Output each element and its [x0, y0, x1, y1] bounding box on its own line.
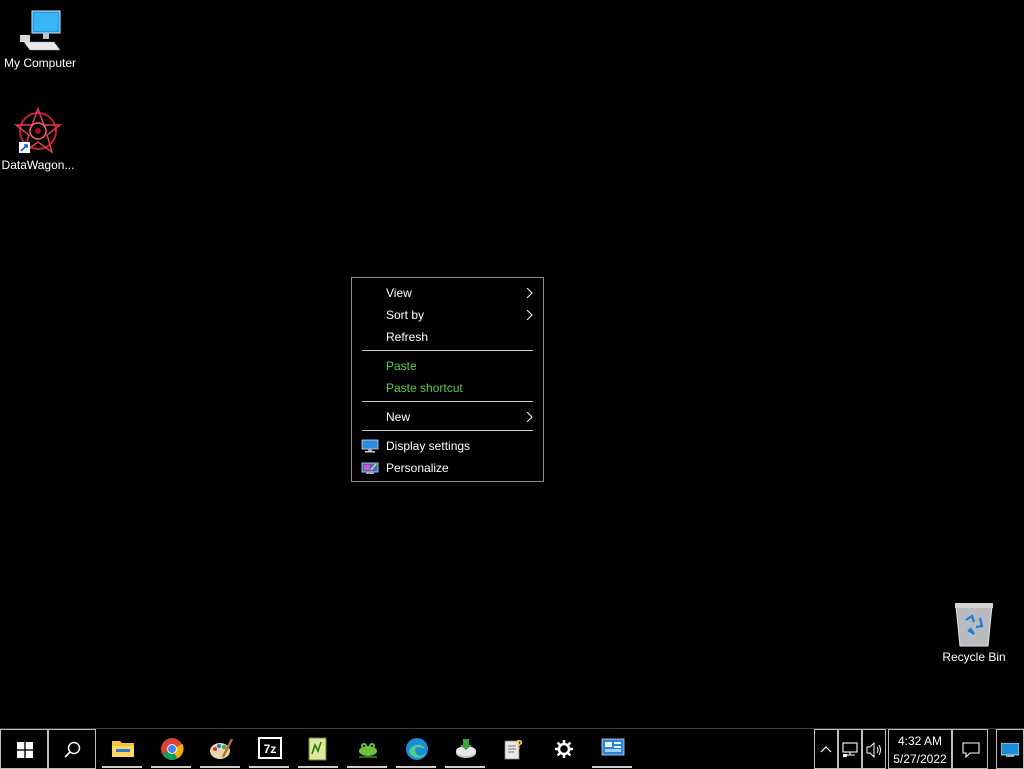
menu-separator	[362, 430, 533, 431]
settings-gear-icon	[555, 740, 573, 758]
action-center-button[interactable]	[952, 729, 988, 769]
chrome-icon	[161, 738, 184, 760]
taskbar-app-chrome[interactable]	[148, 729, 194, 769]
frog-tool-icon	[359, 743, 377, 758]
taskbar: 7z ? 4:32 AM 5/27/2022	[0, 728, 1024, 769]
help-doc-icon: ?	[504, 737, 523, 760]
edge-icon	[406, 738, 428, 760]
menu-item-sort-by[interactable]: Sort by	[352, 304, 543, 326]
computer-icon	[20, 10, 61, 51]
menu-item-personalize[interactable]: Personalize	[352, 457, 543, 479]
taskbar-app-7zip[interactable]: 7z	[246, 729, 292, 769]
desktop-icon-label: My Computer	[3, 56, 77, 70]
desktop-icon-label: DataWagon...	[1, 158, 75, 172]
taskbar-app-edge[interactable]	[393, 729, 439, 769]
menu-item-label: View	[386, 286, 412, 300]
menu-item-label: Personalize	[386, 461, 449, 475]
svg-text:7z: 7z	[264, 742, 277, 756]
clock-date: 5/27/2022	[893, 752, 947, 766]
chevron-right-icon	[526, 310, 533, 320]
svg-text:?: ?	[515, 737, 523, 752]
notepad-plus-icon	[308, 737, 327, 761]
menu-item-label: Display settings	[386, 439, 471, 453]
menu-item-new[interactable]: New	[352, 406, 543, 428]
desktop-context-menu: View Sort by Refresh Paste Paste shortcu…	[351, 277, 544, 482]
show-desktop-icon	[1001, 743, 1019, 757]
control-panel-icon	[601, 738, 625, 756]
chevron-right-icon	[526, 412, 533, 422]
paint-icon	[210, 738, 233, 759]
network-icon	[842, 742, 858, 757]
desktop-icon-recycle-bin[interactable]: Recycle Bin	[934, 600, 1014, 664]
7zip-icon: 7z	[258, 737, 282, 759]
taskbar-app-help-doc[interactable]: ?	[491, 729, 537, 769]
volume-icon	[866, 742, 881, 758]
file-explorer-icon	[112, 741, 134, 757]
chevron-up-icon	[820, 746, 832, 753]
taskbar-app-notepad-plus[interactable]	[295, 729, 341, 769]
tray-overflow-button[interactable]	[814, 729, 838, 769]
network-button[interactable]	[838, 729, 862, 769]
menu-item-view[interactable]: View	[352, 282, 543, 304]
search-button[interactable]	[48, 729, 96, 769]
display-settings-icon	[361, 439, 379, 453]
taskbar-clock[interactable]: 4:32 AM 5/27/2022	[888, 729, 952, 769]
menu-item-label: Paste shortcut	[386, 381, 463, 395]
clock-time: 4:32 AM	[897, 734, 943, 748]
menu-item-paste[interactable]: Paste	[352, 355, 543, 377]
start-button[interactable]	[0, 729, 48, 769]
taskbar-app-settings[interactable]	[540, 729, 586, 769]
taskbar-app-disk-tool[interactable]	[442, 729, 488, 769]
menu-item-label: Refresh	[386, 330, 429, 344]
action-center-icon	[962, 742, 980, 758]
search-icon	[64, 741, 81, 758]
taskbar-app-control-panel[interactable]	[589, 729, 635, 769]
taskbar-app-frog-tool[interactable]	[344, 729, 390, 769]
personalize-icon	[361, 462, 379, 474]
menu-item-label: New	[386, 410, 411, 424]
show-desktop-button[interactable]	[996, 729, 1024, 769]
menu-separator	[362, 401, 533, 402]
disk-tool-icon	[456, 739, 476, 758]
desktop-icon-datawagon[interactable]: DataWagon...	[0, 106, 78, 172]
taskbar-app-paint[interactable]	[197, 729, 243, 769]
windows-logo-icon	[17, 742, 33, 758]
volume-button[interactable]	[862, 729, 886, 769]
menu-item-display-settings[interactable]: Display settings	[352, 435, 543, 457]
menu-item-label: Sort by	[386, 308, 425, 322]
desktop-icon-my-computer[interactable]: My Computer	[0, 8, 80, 70]
recycle-bin-icon	[955, 603, 993, 647]
taskbar-app-file-explorer[interactable]	[99, 729, 145, 769]
menu-item-refresh[interactable]: Refresh	[352, 326, 543, 348]
menu-item-label: Paste	[386, 359, 417, 373]
menu-separator	[362, 350, 533, 351]
chevron-right-icon	[526, 288, 533, 298]
datawagon-icon	[13, 106, 63, 154]
desktop-icon-label: Recycle Bin	[942, 650, 1006, 664]
menu-item-paste-shortcut[interactable]: Paste shortcut	[352, 377, 543, 399]
